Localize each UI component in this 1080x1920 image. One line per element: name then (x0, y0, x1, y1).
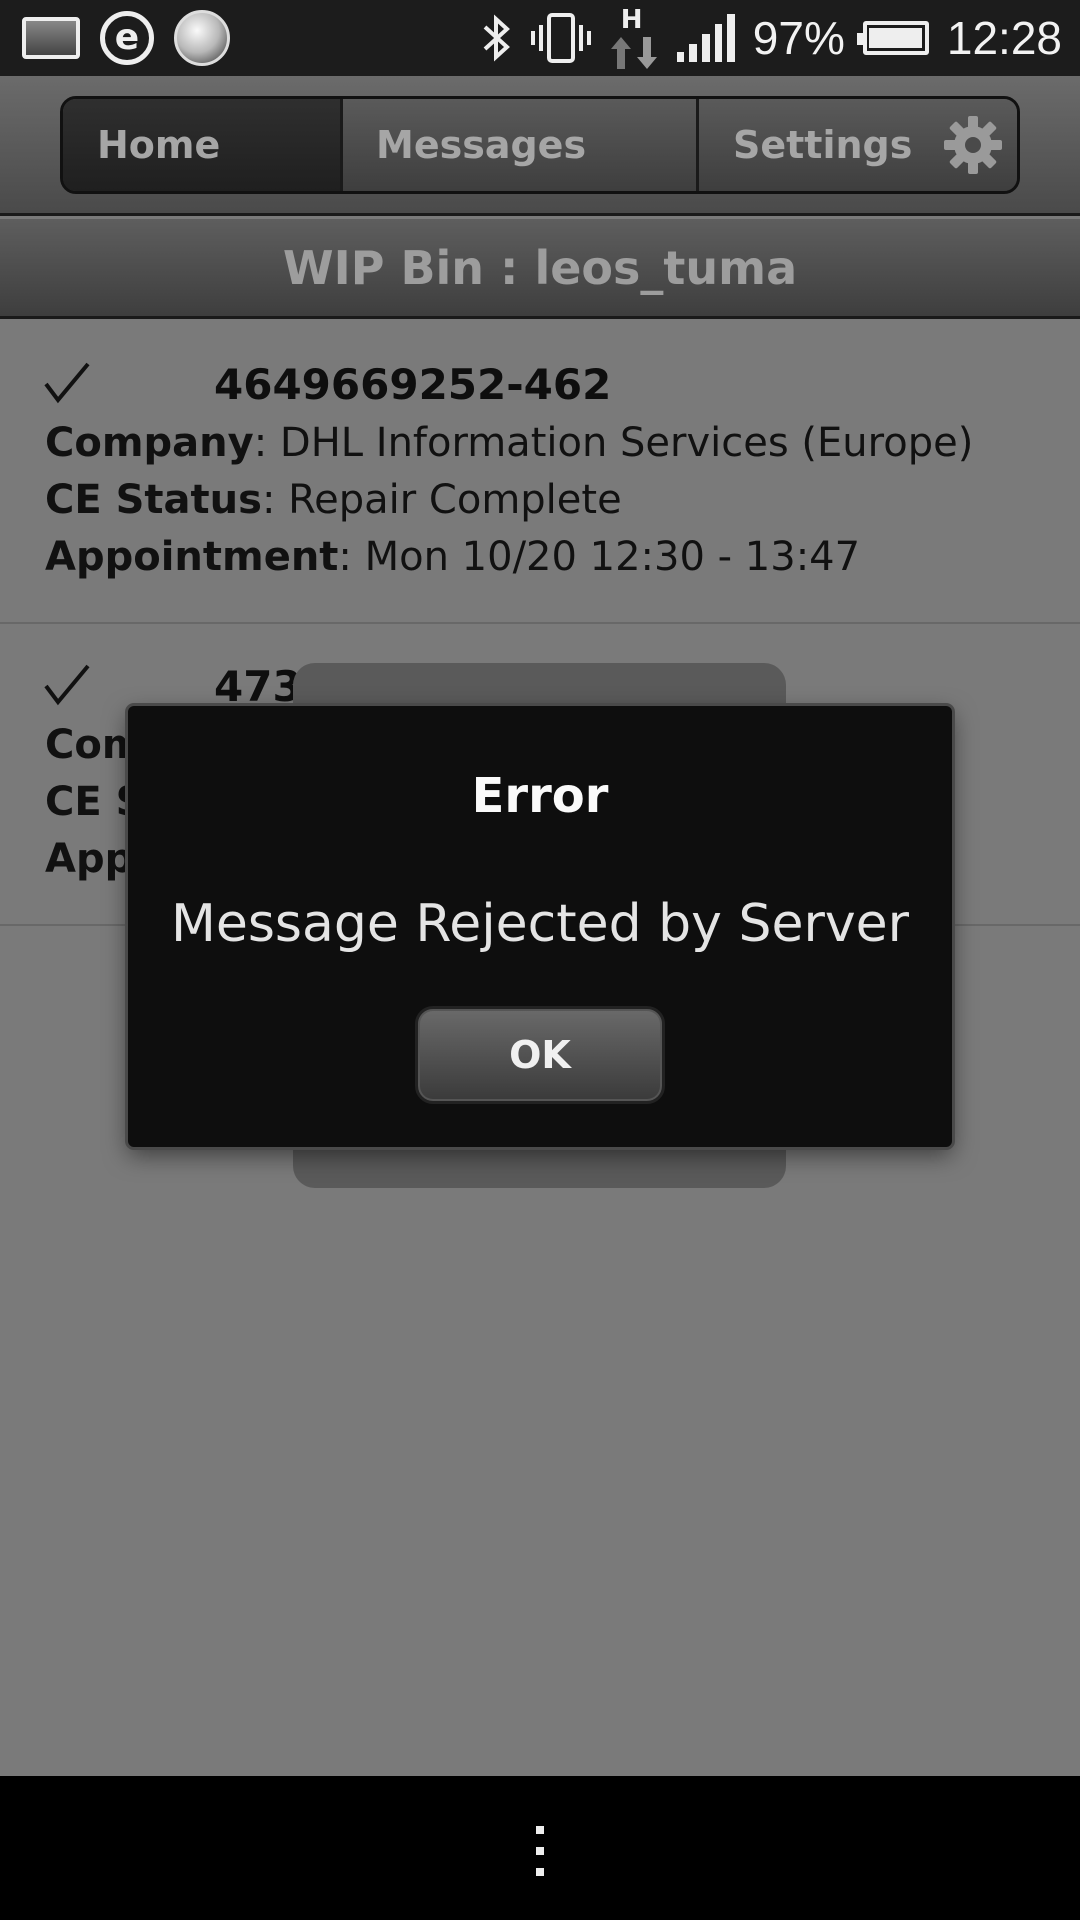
status-value: : Repair Complete (261, 477, 622, 523)
ticket-number: 4649669252-462 (214, 360, 612, 409)
appointment-label: Appointment (45, 534, 339, 580)
page-title: WIP Bin : leos_tuma (0, 219, 1080, 319)
tab-home[interactable]: Home (63, 99, 343, 191)
appointment-label: App (45, 836, 134, 882)
company-value: : DHL Information Services (Europe) (253, 420, 974, 466)
sphere-app-icon (174, 10, 230, 66)
dialog-message: Message Rejected by Server (170, 894, 909, 954)
appointment-line: App (45, 836, 133, 882)
navigation-bar (0, 1776, 1080, 1920)
tab-bar: Home Messages Settings (60, 96, 1020, 194)
company-label: Company (45, 420, 254, 466)
signal-icon (676, 14, 735, 62)
appointment-line: Appointment: Mon 10/20 12:30 - 13:47 (45, 534, 860, 580)
list-item[interactable]: 4649669252-462 Company: DHL Information … (0, 322, 1080, 624)
tab-messages[interactable]: Messages (343, 99, 699, 191)
system-icons: H 97% 12:28 (479, 5, 1062, 71)
checkmark-icon (44, 664, 90, 706)
checkmark-icon (44, 362, 90, 404)
appointment-value: : Mon 10/20 12:30 - 13:47 (338, 534, 861, 580)
bluetooth-icon (483, 14, 510, 62)
gallery-icon (22, 17, 80, 59)
tab-messages-label: Messages (376, 123, 587, 167)
app-header: Home Messages Settings (0, 76, 1080, 216)
overflow-menu-icon[interactable] (532, 1826, 548, 1876)
error-dialog: Error Message Rejected by Server OK (128, 706, 952, 1147)
notification-icons: e (22, 8, 230, 68)
clock: 12:28 (946, 12, 1062, 64)
tab-settings[interactable]: Settings (699, 99, 1017, 191)
battery-icon (856, 21, 929, 55)
company-line: Company: DHL Information Services (Europ… (45, 420, 973, 466)
gear-icon (944, 116, 1003, 174)
tab-settings-label: Settings (733, 123, 913, 167)
tab-home-label: Home (97, 123, 221, 167)
network-type-label: H (620, 5, 643, 35)
vibrate-icon (530, 13, 591, 63)
data-h-icon: H (609, 5, 659, 71)
ok-button[interactable]: OK (415, 1006, 665, 1104)
status-label: CE Status (45, 477, 262, 523)
dialog-title: Error (471, 768, 609, 824)
battery-percent: 97% (752, 12, 845, 64)
status-bar: e H 97% 12:28 (0, 0, 1080, 76)
status-line: CE Status: Repair Complete (45, 477, 622, 523)
e-app-icon: e (100, 11, 154, 65)
